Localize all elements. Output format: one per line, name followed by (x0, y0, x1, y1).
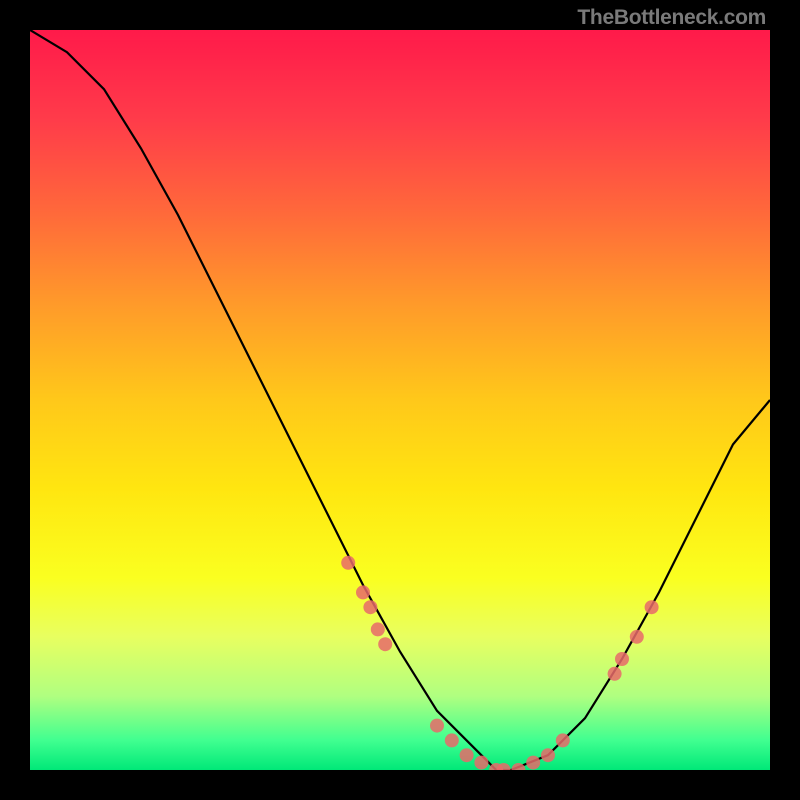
data-point (556, 733, 570, 747)
data-point (608, 667, 622, 681)
data-point (630, 630, 644, 644)
data-point (526, 756, 540, 770)
data-point (474, 756, 488, 770)
data-point (541, 748, 555, 762)
data-point (371, 622, 385, 636)
data-point (356, 585, 370, 599)
marker-group (341, 556, 658, 770)
data-point (445, 733, 459, 747)
data-point (363, 600, 377, 614)
data-point (341, 556, 355, 570)
data-point (615, 652, 629, 666)
data-point (460, 748, 474, 762)
chart-svg (30, 30, 770, 770)
data-point (645, 600, 659, 614)
chart-frame: TheBottleneck.com (0, 0, 800, 800)
watermark-text: TheBottleneck.com (577, 6, 766, 30)
bottleneck-curve (30, 30, 770, 770)
data-point (378, 637, 392, 651)
data-point (430, 719, 444, 733)
